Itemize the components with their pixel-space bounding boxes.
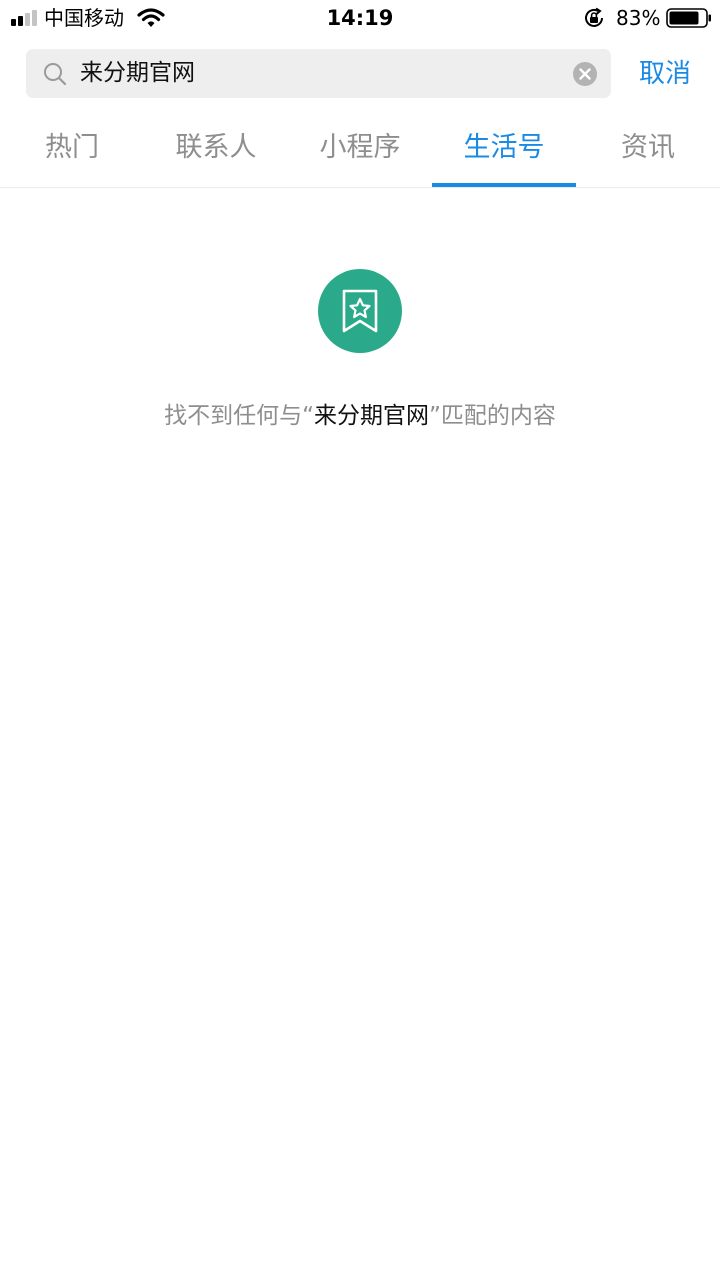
search-input[interactable] (80, 49, 560, 98)
tab-news[interactable]: 资讯 (576, 112, 720, 188)
result-category-tabs: 热门 联系人 小程序 生活号 资讯 (0, 112, 720, 188)
no-results-keyword: 来分期官网 (314, 403, 429, 429)
active-tab-indicator (432, 183, 576, 187)
no-results-suffix: ”匹配的内容 (429, 403, 556, 429)
status-time: 14:19 (326, 6, 394, 30)
tab-mini-programs[interactable]: 小程序 (288, 112, 432, 188)
battery-percent: 83% (616, 6, 661, 30)
cancel-button[interactable]: 取消 (630, 54, 700, 94)
search-bar[interactable] (26, 49, 611, 98)
status-bar: 中国移动 14:19 83% (0, 0, 720, 36)
rotation-lock-icon (585, 7, 603, 27)
search-results-screen: 中国移动 14:19 83% 取消 (0, 0, 720, 1280)
battery-icon (666, 8, 711, 28)
tab-contacts[interactable]: 联系人 (144, 112, 288, 188)
bookmark-star-icon (318, 269, 402, 353)
search-icon (44, 63, 67, 86)
tab-hot[interactable]: 热门 (0, 112, 144, 188)
tab-life-accounts[interactable]: 生活号 (432, 112, 576, 188)
no-results-message: 找不到任何与“来分期官网”匹配的内容 (0, 396, 720, 436)
no-results-prefix: 找不到任何与“ (164, 403, 314, 429)
clear-search-icon[interactable] (572, 61, 598, 87)
